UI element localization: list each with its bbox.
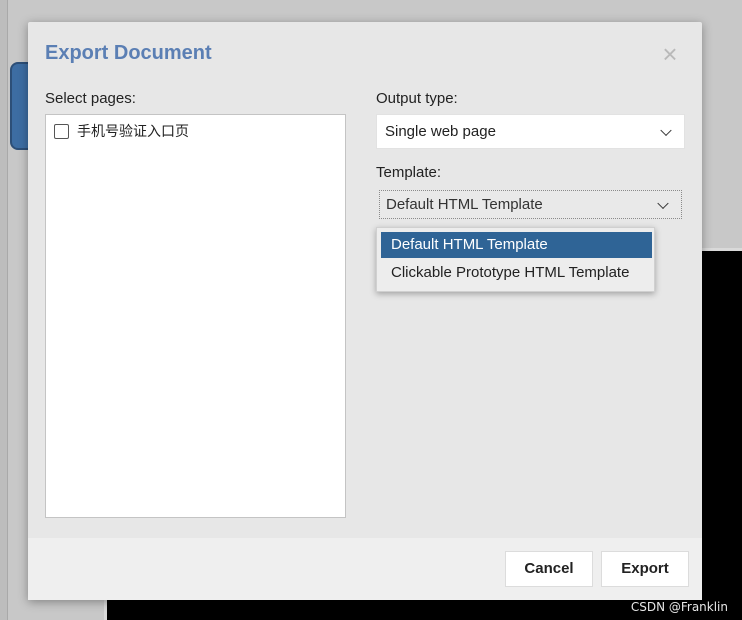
template-option-default[interactable]: Default HTML Template: [381, 232, 652, 258]
template-option-clickable-prototype[interactable]: Clickable Prototype HTML Template: [381, 260, 652, 286]
watermark: CSDN @Franklin: [630, 600, 728, 614]
template-value: Default HTML Template: [386, 196, 543, 213]
select-pages-label: Select pages:: [45, 90, 136, 107]
page-label: 手机号验证入口页: [77, 124, 189, 140]
list-item[interactable]: 手机号验证入口页: [54, 121, 189, 141]
template-dropdown: Default HTML Template Clickable Prototyp…: [376, 227, 655, 292]
export-button[interactable]: Export: [601, 551, 689, 587]
output-type-label: Output type:: [376, 90, 458, 107]
output-type-value: Single web page: [385, 123, 496, 140]
close-icon[interactable]: ×: [658, 41, 682, 67]
dialog-title: Export Document: [45, 42, 212, 64]
chevron-down-icon: [660, 124, 672, 136]
export-dialog: Export Document × Select pages: 手机号验证入口页…: [28, 22, 702, 600]
background-left-strip: [0, 0, 8, 620]
chevron-down-icon: [657, 197, 669, 209]
template-label: Template:: [376, 164, 442, 181]
cancel-button[interactable]: Cancel: [505, 551, 593, 587]
output-type-select[interactable]: Single web page: [376, 114, 685, 149]
pages-list: 手机号验证入口页: [45, 114, 346, 518]
template-select[interactable]: Default HTML Template: [379, 190, 682, 219]
checkbox-icon[interactable]: [54, 123, 69, 139]
dialog-footer: Cancel Export: [28, 538, 702, 600]
